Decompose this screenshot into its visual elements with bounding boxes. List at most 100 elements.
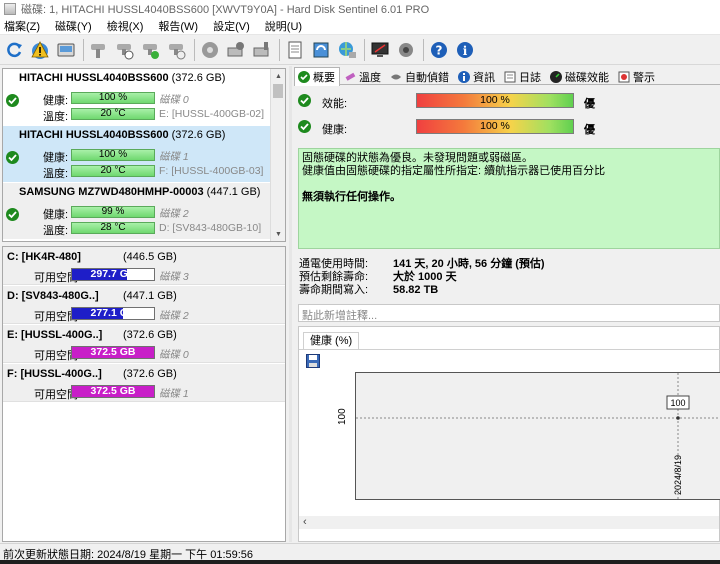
scroll-down-icon[interactable]: ▼ bbox=[271, 227, 285, 241]
disk-name: HITACHI HUSSL4040BSS600 bbox=[19, 72, 169, 84]
partition-disk: 磁碟 1 bbox=[159, 388, 189, 400]
network-button[interactable] bbox=[336, 39, 358, 61]
window-title: 磁碟: 1, HITACHI HUSSL4040BSS600 [XWVT9Y0A… bbox=[21, 4, 430, 16]
chart-scrollbar[interactable]: ‹ bbox=[299, 516, 719, 529]
tab-overview[interactable]: 概要 bbox=[294, 67, 340, 86]
svg-text:i: i bbox=[463, 44, 468, 58]
tab-information[interactable]: 資訊 bbox=[454, 67, 500, 85]
sound-button[interactable] bbox=[395, 39, 417, 61]
tab-log[interactable]: 日誌 bbox=[500, 67, 546, 85]
refresh-button[interactable] bbox=[3, 39, 25, 61]
menu-help[interactable]: 說明(U) bbox=[265, 18, 302, 34]
tab-self-test[interactable]: 自動偵錯 bbox=[386, 67, 454, 85]
benchmark-button[interactable] bbox=[369, 39, 391, 61]
tab-alerts[interactable]: 警示 bbox=[614, 67, 660, 85]
tool-button-6[interactable] bbox=[225, 39, 247, 61]
tab-temperature[interactable]: 溫度 bbox=[340, 67, 386, 85]
performance-grade: 優 bbox=[584, 98, 595, 110]
chart-tab-divider bbox=[299, 349, 720, 350]
scroll-up-icon[interactable]: ▲ bbox=[271, 69, 285, 83]
drive-letter: D: [SV843-480GB-10] bbox=[159, 222, 262, 234]
chart-tab-health[interactable]: 健康 (%) bbox=[303, 332, 360, 349]
health-bar: 100 % bbox=[71, 92, 155, 104]
menu-settings[interactable]: 設定(V) bbox=[213, 18, 250, 34]
partition-item[interactable]: C: [HK4R-480] (446.5 GB) 可用空間 297.7 GB 磁… bbox=[3, 247, 285, 285]
temp-label: 溫度: bbox=[43, 111, 69, 123]
log-icon bbox=[504, 71, 516, 82]
partition-size: (372.6 GB) bbox=[123, 329, 177, 341]
tool-button-7[interactable] bbox=[251, 39, 273, 61]
menu-file[interactable]: 檔案(Z) bbox=[4, 18, 40, 34]
help-icon: ? bbox=[431, 41, 447, 58]
health-chart: 100 2024/8/19 bbox=[356, 373, 720, 499]
disk-item[interactable]: HITACHI HUSSL4040BSS600 (372.6 GB) 健康: 1… bbox=[3, 126, 271, 182]
health-bar: 99 % bbox=[71, 206, 155, 218]
gauge-icon bbox=[550, 70, 562, 83]
title-bar: 磁碟: 1, HITACHI HUSSL4040BSS600 [XWVT9Y0A… bbox=[0, 0, 720, 18]
menu-report[interactable]: 報告(W) bbox=[158, 18, 198, 34]
disk-item[interactable]: SAMSUNG MZ7WD480HMHP-00003 (447.1 GB) 健康… bbox=[3, 183, 271, 239]
partition-item[interactable]: D: [SV843-480G..] (447.1 GB) 可用空間 277.1 … bbox=[3, 286, 285, 324]
partition-size: (372.6 GB) bbox=[123, 368, 177, 380]
tool-button-3[interactable] bbox=[140, 39, 162, 61]
report-button[interactable] bbox=[284, 39, 306, 61]
tool-button-2[interactable] bbox=[114, 39, 136, 61]
check-icon bbox=[298, 120, 311, 133]
scroll-left-icon[interactable]: ‹ bbox=[303, 516, 307, 528]
y-tick-label: 100 bbox=[337, 408, 348, 425]
taskbar-edge bbox=[0, 560, 720, 564]
partition-item[interactable]: F: [HUSSL-400G..] (372.6 GB) 可用空間 372.5 … bbox=[3, 364, 285, 402]
disk-number: 磁碟 0 bbox=[159, 94, 189, 106]
help-button[interactable]: ? bbox=[428, 39, 450, 61]
free-space-bar: 277.1 GB bbox=[71, 307, 155, 320]
tool-button-4[interactable] bbox=[166, 39, 188, 61]
menu-view[interactable]: 檢視(X) bbox=[107, 18, 144, 34]
partition-size: (447.1 GB) bbox=[123, 290, 177, 302]
monitor-icon bbox=[371, 42, 389, 57]
free-space-value: 297.7 GB bbox=[90, 268, 136, 280]
partition-name: E: [HUSSL-400G..] bbox=[7, 329, 103, 341]
app-icon bbox=[4, 3, 16, 15]
menu-disk[interactable]: 磁碟(Y) bbox=[55, 18, 92, 34]
performance-label: 效能: bbox=[322, 98, 348, 110]
free-space-bar: 297.7 GB bbox=[71, 268, 155, 281]
info-icon bbox=[458, 70, 470, 83]
scroll-thumb[interactable] bbox=[273, 84, 283, 98]
disk-number: 磁碟 2 bbox=[159, 208, 189, 220]
status-line-1: 固態硬碟的狀態為優良。未發現問題或弱磁區。 bbox=[302, 152, 533, 164]
check-icon bbox=[298, 71, 310, 83]
drive-gear-icon bbox=[227, 41, 244, 56]
tool-button-5[interactable] bbox=[199, 39, 221, 61]
status-message: 固態硬碟的狀態為優良。未發現問題或弱磁區。 健康值由固態硬碟的指定屬性所指定: … bbox=[298, 148, 720, 249]
pane-splitter[interactable] bbox=[289, 66, 292, 542]
free-space-bar: 372.5 GB bbox=[71, 385, 155, 398]
disk-report-button[interactable] bbox=[55, 39, 77, 61]
health-label: 健康: bbox=[43, 209, 69, 221]
performance-rating: 效能: 100 % 優 bbox=[298, 93, 718, 110]
alert-icon bbox=[618, 71, 630, 82]
partition-item[interactable]: E: [HUSSL-400G..] (372.6 GB) 可用空間 372.5 … bbox=[3, 325, 285, 363]
overview-panel: 效能: 100 % 優 健康: 100 % 優 固態硬碟的狀態為優良。未發現問題… bbox=[294, 86, 720, 542]
globe-icon bbox=[339, 41, 356, 58]
sync-button[interactable] bbox=[310, 39, 332, 61]
health-label: 健康: bbox=[322, 124, 348, 136]
notes-field[interactable]: 點此新增註釋... bbox=[298, 304, 720, 322]
alert-button[interactable] bbox=[29, 39, 51, 61]
tab-performance[interactable]: 磁碟效能 bbox=[546, 67, 614, 85]
temp-bar: 28 °C bbox=[71, 222, 155, 234]
toolbar-separator bbox=[423, 38, 424, 61]
info-button[interactable]: i bbox=[454, 39, 476, 61]
speaker-icon bbox=[399, 42, 413, 57]
disk-item[interactable]: HITACHI HUSSL4040BSS600 (372.6 GB) 健康: 1… bbox=[3, 69, 271, 125]
toolbar-separator bbox=[279, 38, 280, 61]
free-space-bar: 372.5 GB bbox=[71, 346, 155, 359]
save-icon[interactable] bbox=[306, 354, 320, 368]
drive-letter: E: [HUSSL-400GB-02] bbox=[159, 108, 265, 120]
partition-disk: 磁碟 2 bbox=[159, 310, 189, 322]
health-grade: 優 bbox=[584, 124, 595, 136]
stat-row: 壽命期間寫入: 58.82 TB bbox=[299, 284, 439, 296]
tool-button-1[interactable] bbox=[88, 39, 110, 61]
disk-list-scrollbar[interactable]: ▲ ▼ bbox=[270, 69, 285, 241]
temp-bar: 20 °C bbox=[71, 165, 155, 177]
health-rating: 健康: 100 % 優 bbox=[298, 119, 718, 136]
